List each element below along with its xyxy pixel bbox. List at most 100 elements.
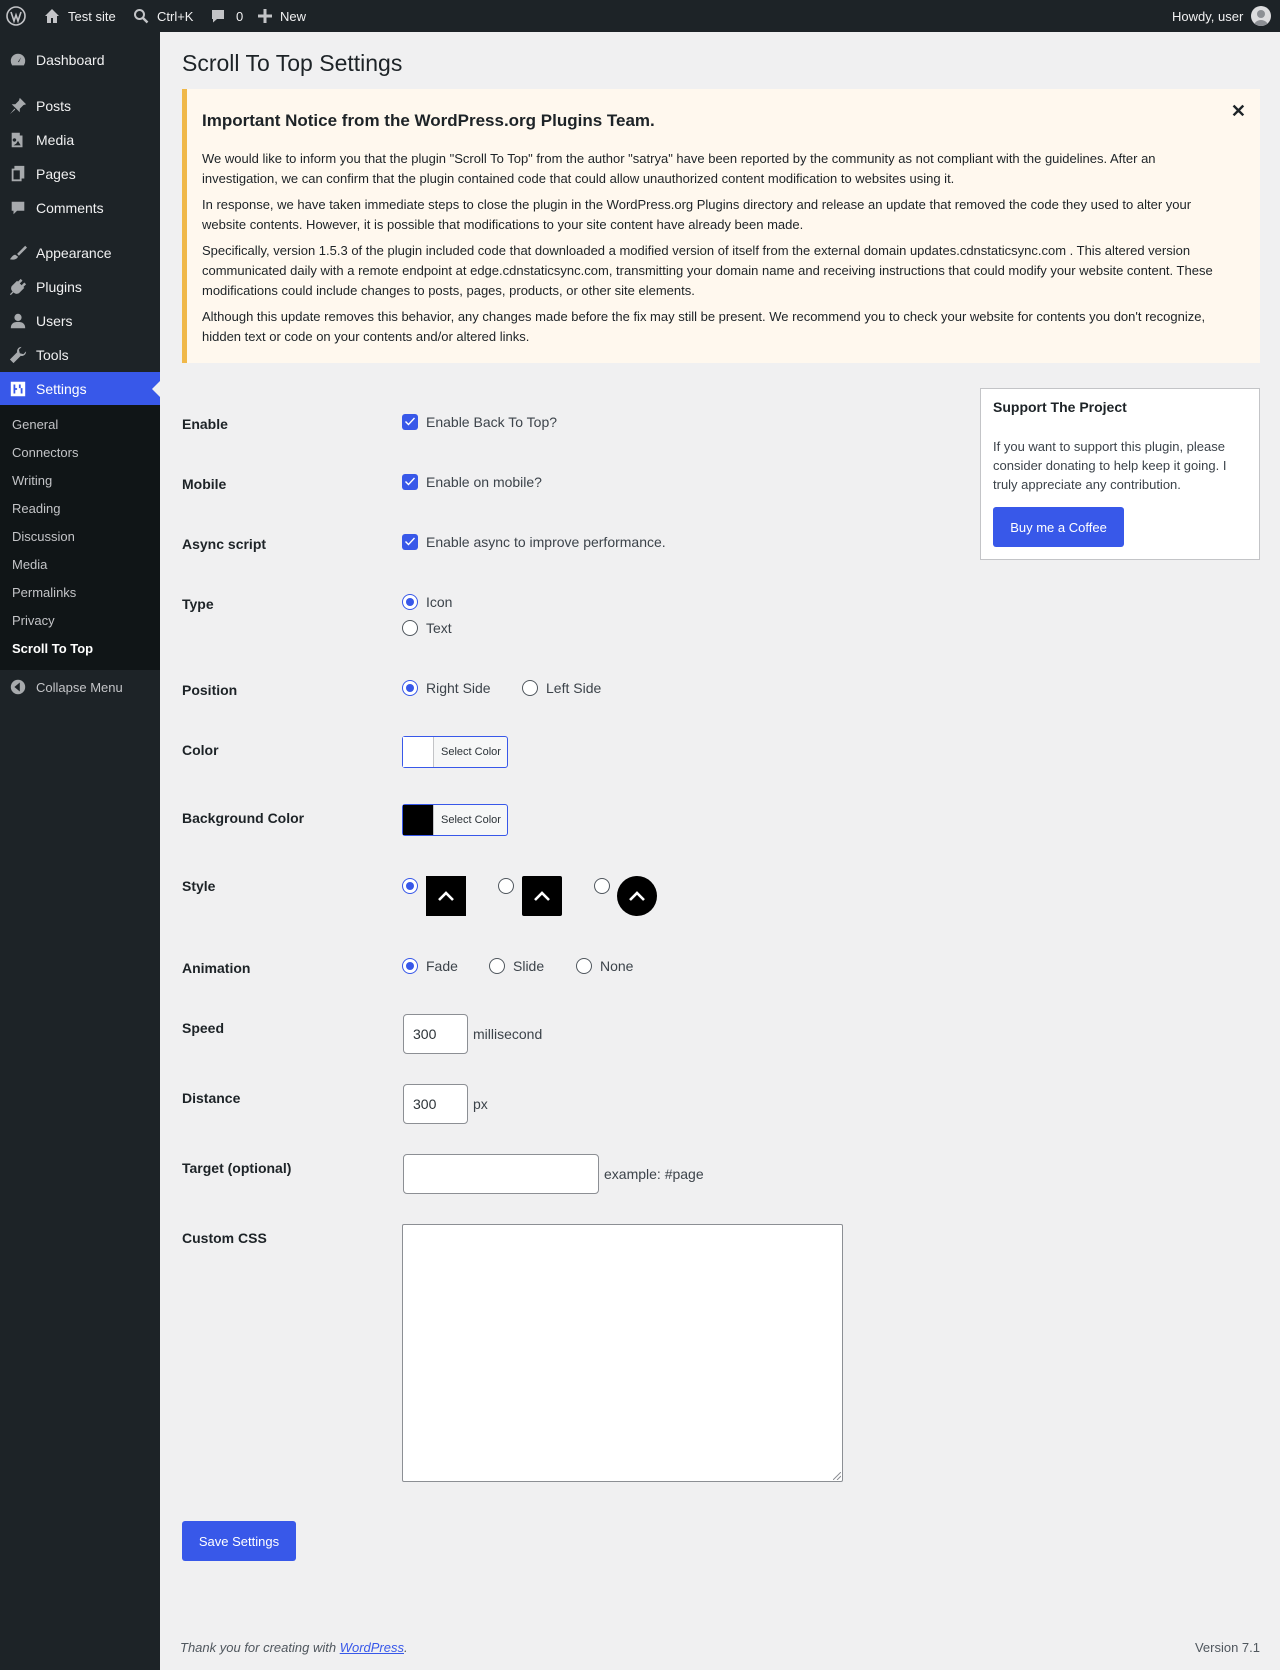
- sidebar-item-comments[interactable]: Comments: [0, 191, 160, 225]
- site-name-link[interactable]: Test site: [44, 0, 116, 32]
- submenu-item-media[interactable]: Media: [12, 557, 47, 572]
- position-option-right[interactable]: Right Side: [402, 680, 491, 696]
- bg-color-picker-button[interactable]: Select Color: [402, 804, 508, 836]
- enable-option-label: Enable Back To Top?: [426, 414, 558, 430]
- collapse-menu-button[interactable]: Collapse Menu: [0, 672, 123, 702]
- color-picker-button[interactable]: Select Color: [402, 736, 508, 768]
- submenu-item-general[interactable]: General: [12, 417, 58, 432]
- mobile-checkbox[interactable]: [402, 474, 418, 490]
- footer-version: Version 7.1: [1194, 1640, 1260, 1655]
- pages-icon: [0, 165, 36, 183]
- chevron-up-icon: [628, 890, 646, 902]
- sidebar-item-appearance[interactable]: Appearance: [0, 236, 160, 270]
- close-icon[interactable]: ✕: [1231, 101, 1246, 122]
- new-content-link[interactable]: New: [258, 0, 306, 32]
- style-3-radio[interactable]: [594, 878, 610, 894]
- animation-option-none[interactable]: None: [576, 958, 633, 974]
- position-option-left[interactable]: Left Side: [522, 680, 601, 696]
- sidebar-item-dashboard[interactable]: Dashboard: [0, 43, 160, 77]
- mobile-field[interactable]: Enable on mobile?: [402, 474, 542, 490]
- submenu-item-reading[interactable]: Reading: [12, 501, 60, 516]
- sidebar-item-label: Pages: [36, 166, 76, 182]
- type-text-radio[interactable]: [402, 620, 418, 636]
- settings-submenu: General Connectors Writing Reading Discu…: [0, 405, 160, 670]
- wordpress-logo-icon[interactable]: [6, 0, 30, 32]
- style-2-radio[interactable]: [498, 878, 514, 894]
- position-right-radio[interactable]: [402, 680, 418, 696]
- animation-option-slide[interactable]: Slide: [489, 958, 544, 974]
- async-checkbox[interactable]: [402, 534, 418, 550]
- bg-color-swatch: [403, 805, 434, 835]
- submenu-item-connectors[interactable]: Connectors: [12, 445, 78, 460]
- save-settings-button[interactable]: Save Settings: [182, 1521, 296, 1561]
- footer-thanks: Thank you for creating with WordPress.: [180, 1640, 408, 1655]
- footer-thanks-suffix: .: [404, 1640, 408, 1655]
- target-label: Target (optional): [182, 1160, 292, 1176]
- wordpress-link[interactable]: WordPress: [340, 1640, 404, 1655]
- buy-coffee-button[interactable]: Buy me a Coffee: [993, 507, 1124, 547]
- sidebar-item-plugins[interactable]: Plugins: [0, 270, 160, 304]
- enable-checkbox[interactable]: [402, 414, 418, 430]
- type-icon-radio[interactable]: [402, 594, 418, 610]
- color-swatch: [403, 737, 434, 767]
- search-shortcut: Ctrl+K: [157, 8, 194, 24]
- comment-icon: [210, 8, 226, 24]
- animation-option-fade[interactable]: Fade: [402, 958, 458, 974]
- resize-handle-icon[interactable]: [833, 1472, 841, 1480]
- animation-none-radio[interactable]: [576, 958, 592, 974]
- position-left-radio[interactable]: [522, 680, 538, 696]
- collapse-icon: [0, 678, 36, 696]
- style-1-radio[interactable]: [402, 878, 418, 894]
- submenu-item-writing[interactable]: Writing: [12, 473, 52, 488]
- animation-slide-radio[interactable]: [489, 958, 505, 974]
- target-input[interactable]: [403, 1154, 599, 1194]
- comments-link[interactable]: 0: [210, 0, 243, 32]
- color-label: Color: [182, 742, 219, 758]
- sidebar-item-posts[interactable]: Posts: [0, 89, 160, 123]
- admin-footer: Thank you for creating with WordPress. V…: [180, 1640, 1260, 1655]
- admin-sidebar: Dashboard Posts Media Pages Comments App…: [0, 32, 160, 1670]
- submenu-item-discussion[interactable]: Discussion: [12, 529, 75, 544]
- async-field[interactable]: Enable async to improve performance.: [402, 534, 666, 550]
- my-account-link[interactable]: Howdy, user: [1172, 0, 1272, 32]
- async-option-label: Enable async to improve performance.: [426, 534, 666, 550]
- type-icon-label: Icon: [426, 594, 453, 610]
- site-name: Test site: [68, 8, 116, 24]
- footer-thanks-text: Thank you for creating with: [180, 1640, 340, 1655]
- sidebar-item-tools[interactable]: Tools: [0, 338, 160, 372]
- notice-paragraph: In response, we have taken immediate ste…: [202, 197, 1192, 232]
- submenu-item-scroll-to-top[interactable]: Scroll To Top: [12, 641, 93, 656]
- submenu-item-permalinks[interactable]: Permalinks: [12, 585, 76, 600]
- support-title: Support The Project: [993, 399, 1127, 415]
- position-label: Position: [182, 682, 238, 698]
- type-option-icon[interactable]: Icon: [402, 594, 452, 610]
- type-option-text[interactable]: Text: [402, 620, 452, 636]
- custom-css-textarea[interactable]: [402, 1224, 843, 1482]
- position-right-label: Right Side: [426, 680, 491, 696]
- type-text-label: Text: [426, 620, 452, 636]
- animation-fade-label: Fade: [426, 958, 458, 974]
- submenu-item-privacy[interactable]: Privacy: [12, 613, 55, 628]
- sidebar-item-media[interactable]: Media: [0, 123, 160, 157]
- speed-unit: millisecond: [473, 1026, 543, 1042]
- speed-input[interactable]: 300: [403, 1014, 468, 1054]
- greeting: Howdy, user: [1172, 8, 1244, 24]
- sidebar-item-settings[interactable]: Settings: [0, 372, 160, 406]
- pin-icon: [0, 97, 36, 115]
- sidebar-item-label: Appearance: [36, 245, 112, 261]
- media-icon: [0, 131, 36, 149]
- notice-paragraph: Although this update removes this behavi…: [202, 309, 1206, 344]
- animation-fade-radio[interactable]: [402, 958, 418, 974]
- enable-field[interactable]: Enable Back To Top?: [402, 414, 557, 430]
- target-hint: example: #page: [604, 1166, 704, 1182]
- command-palette-button[interactable]: Ctrl+K: [133, 0, 193, 32]
- enable-label: Enable: [182, 416, 228, 432]
- bg-color-button-label: Select Color: [441, 814, 501, 826]
- bg-color-label: Background Color: [182, 810, 305, 826]
- sidebar-item-pages[interactable]: Pages: [0, 157, 160, 191]
- admin-bar: Test site Ctrl+K 0 New Howdy, user: [0, 0, 1280, 32]
- distance-input[interactable]: 300: [403, 1084, 468, 1124]
- support-text: If you want to support this plugin, plea…: [993, 439, 1227, 492]
- comments-count: 0: [236, 8, 244, 24]
- sidebar-item-users[interactable]: Users: [0, 304, 160, 338]
